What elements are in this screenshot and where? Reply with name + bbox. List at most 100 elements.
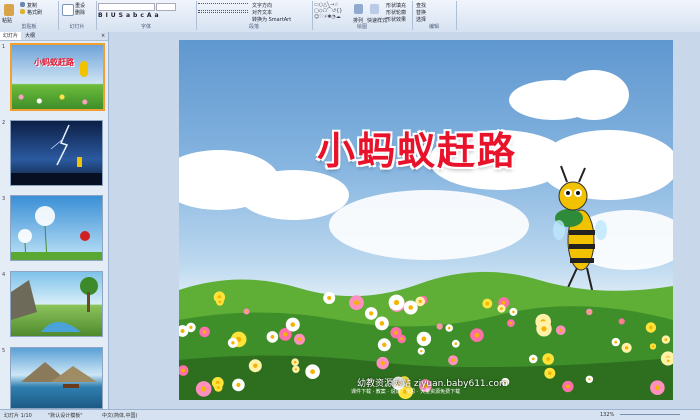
flower-center (664, 338, 668, 341)
flower-center (394, 330, 398, 335)
flower-center (236, 382, 241, 387)
list-buttons[interactable] (198, 3, 248, 11)
group-label: 剪贴板 (21, 24, 37, 30)
thumbnail-title: 小蚂蚁赶路 (34, 58, 74, 67)
shape-fill-button[interactable]: 形状填充 (386, 2, 406, 9)
flower-center (485, 301, 489, 306)
theme-name: "默认设计模板" (48, 413, 83, 419)
zoom-level[interactable]: 132% (600, 412, 614, 418)
flower-center (559, 328, 563, 332)
font-size-select[interactable] (156, 3, 176, 11)
flower-center (531, 357, 535, 361)
delete-button[interactable]: 删除 (75, 9, 85, 16)
flower-center (408, 305, 413, 310)
mountain-lake-image (21, 362, 97, 388)
flower-center (454, 342, 458, 345)
group-label: 编辑 (428, 24, 439, 30)
panel-tabs: 幻灯片 大纲 × (0, 32, 108, 41)
flower-center (667, 359, 670, 363)
tab-outline[interactable]: 大纲 (22, 32, 38, 40)
flower-center (393, 299, 400, 306)
flower-center (253, 363, 258, 368)
group-label: 段落 (248, 24, 259, 30)
flower-center (327, 296, 332, 300)
new-slide-icon[interactable] (62, 4, 74, 16)
watermark-subtext: 课件下载 · 教案 · 说课 · 反思 · 大量资源免费下载 (351, 389, 461, 395)
status-bar: 幻灯片 1/10 "默认设计模板" 中文(简体,中国) 132% (0, 409, 700, 420)
flower-center (420, 349, 423, 353)
flower-center (180, 329, 185, 333)
flower-center (283, 332, 288, 337)
arrange-icon[interactable] (354, 4, 363, 14)
smartart-button[interactable]: 转换为 SmartArt (252, 16, 291, 23)
font-name-select[interactable] (98, 3, 155, 11)
copy-icon (20, 2, 25, 7)
font-style-buttons[interactable]: BIUSabcAa (98, 12, 162, 19)
paste-icon[interactable] (4, 4, 14, 16)
flower-center (651, 345, 655, 348)
replace-button[interactable]: 替换 (416, 9, 426, 16)
close-icon[interactable]: × (98, 32, 108, 40)
flower-center (297, 337, 302, 342)
find-button[interactable]: 查找 (416, 2, 426, 9)
flower-center (294, 368, 298, 371)
landscape-image (11, 277, 98, 332)
flower-center (216, 386, 220, 389)
cloud-shape (329, 190, 529, 260)
cloud-shape (239, 170, 349, 220)
slides-group: 重设 删除 幻灯片 (58, 1, 97, 30)
flower-center (421, 336, 427, 342)
slide-title[interactable]: 小蚂蚁赶路 (317, 120, 517, 175)
paragraph-group: 文字方向 对齐文本 转换为 SmartArt 段落 (196, 1, 313, 30)
slide-thumbnail-4[interactable] (10, 271, 103, 337)
slides-panel: 幻灯片 大纲 × 1 小蚂蚁赶路 2 3 4 5 (0, 32, 109, 409)
slide-thumbnail-5[interactable] (10, 347, 103, 409)
thumbnail-number: 2 (2, 120, 6, 126)
flower-center (474, 332, 480, 338)
flower-center (548, 371, 552, 375)
drawing-group: ▭○△╲→☆ ▢◇⬠⌒↺{} ☺♡⚡✱◔☁ 排列 快速样式 形状填充 形状轮廓 形状… (312, 1, 413, 30)
flower-center (245, 310, 248, 313)
align-buttons[interactable] (198, 12, 248, 19)
flower-center (655, 385, 660, 391)
quick-styles-icon[interactable] (370, 4, 379, 14)
align-text-button[interactable]: 对齐文本 (252, 9, 272, 16)
flower-center (566, 384, 570, 389)
shape-outline-button[interactable]: 形状轮廓 (386, 9, 406, 16)
group-label: 字体 (140, 24, 151, 30)
zoom-slider[interactable] (620, 414, 680, 415)
slide-counter: 幻灯片 1/10 (4, 413, 32, 419)
select-button[interactable]: 选择 (416, 16, 426, 23)
copy-button[interactable]: 复制 (27, 2, 37, 9)
thumbnail-number: 3 (2, 196, 6, 202)
shapes-gallery[interactable]: ▭○△╲→☆ ▢◇⬠⌒↺{} ☺♡⚡✱◔☁ (314, 2, 350, 20)
slide-thumbnail-3[interactable] (10, 195, 103, 261)
format-painter-button[interactable]: 格式刷 (27, 9, 42, 16)
editing-group: 查找 替换 选择 编辑 (412, 1, 457, 30)
flower-center (354, 300, 359, 306)
flower-center (614, 340, 618, 344)
flower-center (293, 360, 297, 364)
flower-center (624, 346, 629, 350)
slide-canvas[interactable]: 小蚂蚁赶路 幼教资源网站 ziyuan.baby611.com 课件下载 · 教… (179, 40, 673, 400)
flower-center (512, 310, 515, 314)
flower-center (546, 357, 551, 361)
language-indicator[interactable]: 中文(简体,中国) (102, 412, 138, 419)
slide-thumbnail-2[interactable] (10, 120, 103, 186)
text-direction-button[interactable]: 文字方向 (252, 2, 272, 9)
ribbon: 粘贴 复制 格式刷 剪贴板 重设 删除 幻灯片 BIUSabcAa 字体 文字方… (0, 0, 700, 33)
shape-effects-button[interactable]: 形状效果 (386, 16, 406, 23)
lightning-image (11, 124, 102, 185)
reset-button[interactable]: 重设 (75, 2, 85, 9)
thumbnail-number: 4 (2, 272, 6, 278)
flower-center (201, 386, 207, 392)
tab-slides[interactable]: 幻灯片 (0, 32, 22, 40)
flower-center (620, 320, 623, 323)
flower-center (447, 326, 451, 330)
flower-center (382, 342, 387, 347)
slide-thumbnail-1[interactable]: 小蚂蚁赶路 (10, 43, 105, 111)
group-label: 绘图 (356, 24, 367, 30)
flower-center (418, 299, 422, 303)
flower-center (218, 300, 222, 304)
flower-center (202, 330, 207, 334)
